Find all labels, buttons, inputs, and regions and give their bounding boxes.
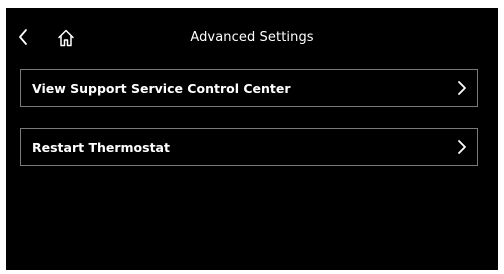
view-support-service-control-center-button[interactable]: View Support Service Control Center xyxy=(20,69,478,107)
chevron-right-icon xyxy=(458,140,466,154)
menu-item-label: Restart Thermostat xyxy=(32,140,170,155)
restart-thermostat-button[interactable]: Restart Thermostat xyxy=(20,128,478,166)
menu-item-label: View Support Service Control Center xyxy=(32,81,291,96)
chevron-right-icon xyxy=(458,81,466,95)
header-bar: Advanced Settings xyxy=(6,8,498,52)
page-title: Advanced Settings xyxy=(190,30,314,45)
thermostat-screen: Advanced Settings View Support Service C… xyxy=(6,8,498,270)
